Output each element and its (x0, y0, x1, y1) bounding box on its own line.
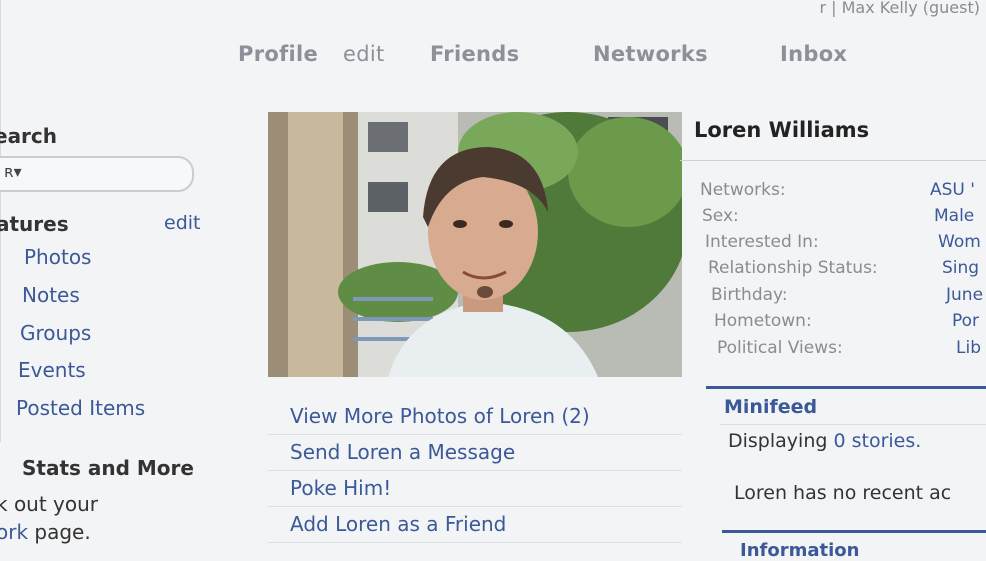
action-divider (268, 470, 682, 471)
info-label-relationship-status: Relationship Status: (708, 258, 878, 278)
information-title[interactable]: Information (740, 540, 859, 561)
profile-name: Loren Williams (694, 118, 870, 142)
poke-link[interactable]: Poke Him! (290, 476, 391, 500)
search-dropdown-icon[interactable]: ʀ▾ (4, 162, 22, 181)
search-input[interactable]: ʀ▾ (0, 156, 194, 192)
minifeed-divider (720, 424, 986, 425)
stats-text-tail: page. (28, 520, 91, 544)
info-value-hometown[interactable]: Por (952, 311, 979, 331)
user-status: r | Max Kelly (guest) (819, 0, 980, 17)
info-value-sex[interactable]: Male (934, 206, 974, 226)
minifeed-display-text: Displaying 0 stories. (728, 430, 921, 452)
stats-heading: Stats and More (22, 456, 194, 480)
name-divider (680, 160, 986, 161)
action-divider (268, 542, 682, 543)
stats-page-link[interactable]: ork (0, 520, 28, 544)
info-label-interested-in: Interested In: (705, 232, 819, 252)
add-friend-link[interactable]: Add Loren as a Friend (290, 512, 506, 536)
info-value-interested-in[interactable]: Wom (938, 232, 981, 252)
info-label-sex: Sex: (702, 206, 739, 226)
info-value-relationship-status[interactable]: Sing (942, 258, 979, 278)
info-value-political-views[interactable]: Lib (956, 338, 981, 358)
sidebar-item-events[interactable]: Events (18, 358, 86, 382)
send-message-link[interactable]: Send Loren a Message (290, 440, 515, 464)
sidebar-item-photos[interactable]: Photos (24, 245, 91, 269)
minifeed-display-prefix: Displaying (728, 430, 834, 452)
minifeed-title[interactable]: Minifeed (724, 396, 817, 418)
info-label-political-views: Political Views: (717, 338, 843, 358)
nav-friends[interactable]: Friends (430, 42, 519, 66)
info-label-networks: Networks: (700, 180, 786, 200)
profile-photo[interactable] (268, 112, 682, 377)
info-value-networks[interactable]: ASU ' (930, 180, 975, 200)
sidebar-item-groups[interactable]: Groups (20, 321, 91, 345)
sidebar-item-notes[interactable]: Notes (22, 283, 80, 307)
features-heading: atures (0, 212, 69, 236)
profile-photo-image (268, 112, 682, 377)
view-more-photos-link[interactable]: View More Photos of Loren (2) (290, 404, 590, 428)
information-header-bar (722, 530, 986, 533)
nav-profile-edit[interactable]: edit (343, 42, 385, 66)
search-heading: earch (0, 124, 58, 148)
minifeed-no-recent: Loren has no recent ac (734, 482, 952, 504)
action-divider (268, 434, 682, 435)
nav-inbox[interactable]: Inbox (780, 42, 847, 66)
features-edit-link[interactable]: edit (164, 212, 200, 234)
action-divider (268, 506, 682, 507)
info-value-birthday[interactable]: June (946, 285, 983, 305)
stats-text-line2: ork page. (0, 520, 91, 544)
nav-networks[interactable]: Networks (593, 42, 708, 66)
nav-profile[interactable]: Profile (238, 42, 318, 66)
info-label-hometown: Hometown: (714, 311, 812, 331)
minifeed-header-bar (706, 386, 986, 389)
sidebar-item-posted-items[interactable]: Posted Items (16, 396, 145, 420)
info-label-birthday: Birthday: (711, 285, 788, 305)
minifeed-stories-link[interactable]: 0 stories. (833, 430, 921, 452)
stats-text-line1: k out your (0, 492, 99, 516)
